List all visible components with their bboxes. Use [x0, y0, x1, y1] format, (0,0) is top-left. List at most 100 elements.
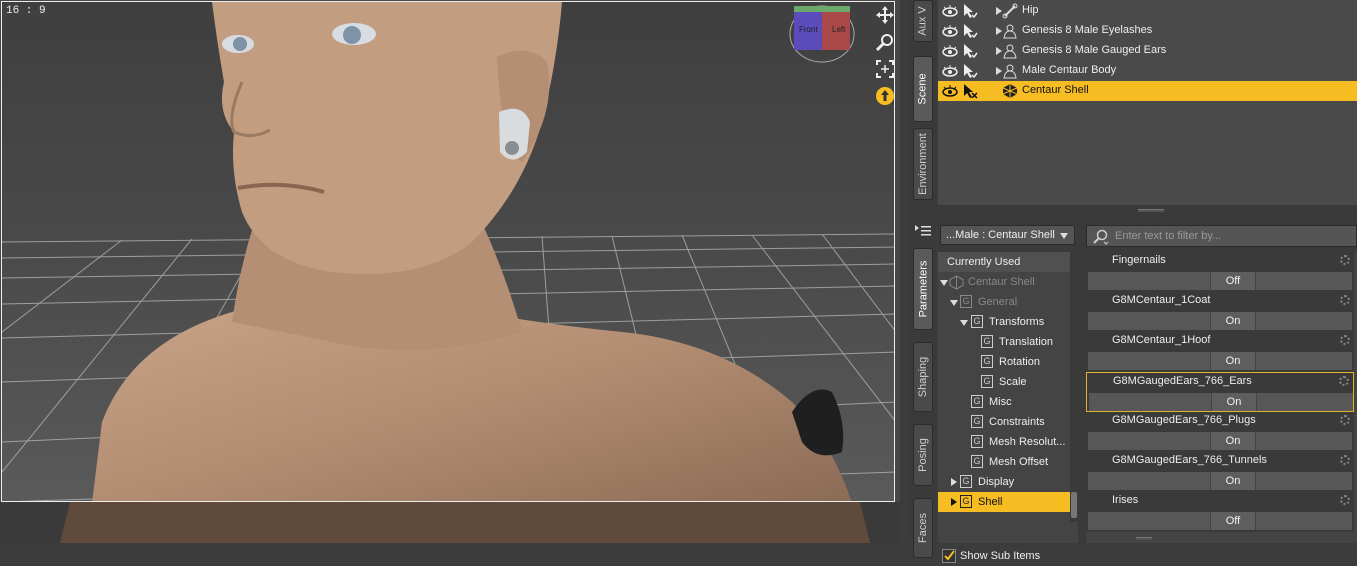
visibility-eye-icon[interactable] [942, 63, 958, 79]
tree-item-label: Transforms [989, 316, 1045, 328]
tree-item-display[interactable]: G Display [938, 472, 1070, 492]
visibility-eye-icon[interactable] [942, 43, 958, 59]
collapse-arrow-icon[interactable] [950, 300, 958, 306]
selectable-arrow-icon[interactable] [962, 3, 978, 19]
gear-icon[interactable] [1340, 415, 1350, 425]
visibility-eye-icon[interactable] [942, 3, 958, 19]
list-resize-grip[interactable] [1136, 537, 1152, 540]
scene-item-label: Genesis 8 Male Gauged Ears [1022, 44, 1167, 56]
selectable-arrow-icon[interactable] [962, 23, 978, 39]
tree-item-constraints[interactable]: G Constraints [938, 412, 1070, 432]
tree-item-mesh-resolution[interactable]: G Mesh Resolut... [938, 432, 1070, 452]
visibility-eye-icon[interactable] [942, 23, 958, 39]
scrollbar-thumb[interactable] [1071, 492, 1077, 518]
property-toggle-value[interactable]: On [1210, 472, 1256, 490]
scene-row-gauged-ears[interactable]: Genesis 8 Male Gauged Ears [938, 41, 1357, 61]
tree-item-label: Rotation [999, 356, 1040, 368]
shell-icon [949, 275, 964, 290]
tab-shaping[interactable]: Shaping [913, 342, 933, 412]
tree-item-rotation[interactable]: G Rotation [938, 352, 1070, 372]
render-frame[interactable]: 16 : 9 Front Left [1, 1, 895, 502]
figure-icon [1003, 24, 1017, 39]
tree-item-label: Scale [999, 376, 1027, 388]
parameter-side-tabs: Parameters Shaping Posing Faces [910, 220, 936, 558]
property-toggle-value[interactable]: Off [1210, 512, 1256, 530]
property-toggle-value[interactable]: On [1210, 352, 1256, 370]
selectable-arrow-icon[interactable] [962, 63, 978, 79]
tree-item-currently-used[interactable]: Currently Used [938, 252, 1070, 272]
property-toggle-value[interactable]: On [1210, 312, 1256, 330]
bone-icon [1002, 3, 1018, 19]
search-icon[interactable] [1092, 229, 1110, 245]
gear-icon[interactable] [1340, 455, 1350, 465]
property-g8mcentaur-1coat: G8MCentaur_1Coat On [1086, 292, 1354, 332]
tree-item-label: Centaur Shell [968, 276, 1035, 288]
shell-icon [1002, 84, 1018, 98]
splitter-grip[interactable] [1138, 209, 1164, 212]
scene-row-centaur-shell[interactable]: Centaur Shell [938, 81, 1357, 101]
group-icon: G [981, 355, 993, 368]
gear-icon[interactable] [1340, 495, 1350, 505]
chevron-down-icon [1060, 233, 1068, 239]
scene-item-label: Hip [1022, 4, 1039, 16]
property-toggle-value[interactable]: On [1210, 432, 1256, 450]
view-cube[interactable]: Front Left [788, 4, 858, 66]
gear-icon[interactable] [1340, 255, 1350, 265]
tab-label: Posing [917, 438, 930, 472]
scene-row-hip[interactable]: Hip [938, 1, 1357, 21]
panel-menu-icon[interactable] [914, 224, 932, 238]
parameters-panel: ...Male : Centaur Shell Currently Used C… [938, 220, 1357, 563]
visibility-eye-icon[interactable] [942, 83, 958, 99]
figure-icon [1003, 64, 1017, 79]
gear-icon[interactable] [1340, 335, 1350, 345]
expand-arrow-icon[interactable] [951, 478, 957, 486]
group-icon: G [960, 495, 972, 508]
tree-item-misc[interactable]: G Misc [938, 392, 1070, 412]
scene-row-centaur-body[interactable]: Male Centaur Body [938, 61, 1357, 81]
node-select-dropdown[interactable]: ...Male : Centaur Shell [940, 225, 1075, 245]
view-cube-front-label: Front [799, 25, 818, 34]
show-sub-items-checkbox[interactable]: Show Sub Items [938, 546, 1078, 566]
expand-arrow-icon[interactable] [951, 498, 957, 506]
tab-posing[interactable]: Posing [913, 424, 933, 486]
orbit-tool-icon[interactable] [874, 85, 894, 107]
group-icon: G [971, 435, 983, 448]
tree-item-translation[interactable]: G Translation [938, 332, 1070, 352]
tree-scrollbar[interactable] [1070, 252, 1078, 522]
tab-aux-viewport[interactable]: Aux V [913, 0, 933, 42]
filter-box[interactable] [1086, 225, 1357, 247]
not-selectable-arrow-icon[interactable] [962, 83, 978, 99]
tree-item-scale[interactable]: G Scale [938, 372, 1070, 392]
tab-faces[interactable]: Faces [913, 498, 933, 558]
property-toggle-value[interactable]: Off [1210, 272, 1256, 290]
gear-icon[interactable] [1340, 295, 1350, 305]
tree-item-transforms[interactable]: G Transforms [938, 312, 1070, 332]
frame-tool-icon[interactable] [874, 58, 894, 80]
selectable-arrow-icon[interactable] [962, 43, 978, 59]
filter-input[interactable] [1115, 228, 1350, 244]
tab-scene[interactable]: Scene [913, 56, 933, 122]
tab-parameters[interactable]: Parameters [913, 248, 933, 330]
scene-row-eyelashes[interactable]: Genesis 8 Male Eyelashes [938, 21, 1357, 41]
view-cube-left-label: Left [832, 25, 846, 34]
zoom-tool-icon[interactable] [874, 31, 894, 53]
tree-item-shell[interactable]: G Shell [938, 492, 1070, 512]
collapse-arrow-icon[interactable] [960, 320, 968, 326]
3d-viewport[interactable]: 16 : 9 Front Left [0, 0, 900, 543]
tree-item-general[interactable]: G General [938, 292, 1070, 312]
group-icon: G [971, 395, 983, 408]
property-g8mgaugedears-766-plugs: G8MGaugedEars_766_Plugs On [1086, 412, 1354, 452]
tree-item-centaur-shell[interactable]: Centaur Shell [938, 272, 1070, 292]
property-g8mgaugedears-766-ears: G8MGaugedEars_766_Ears On [1086, 372, 1354, 412]
gear-icon[interactable] [1339, 376, 1349, 386]
property-name: Fingernails [1112, 254, 1166, 266]
property-toggle-value[interactable]: On [1211, 393, 1257, 411]
collapse-arrow-icon[interactable] [940, 280, 948, 286]
checkbox-box[interactable] [942, 549, 956, 563]
move-tool-icon[interactable] [874, 4, 894, 26]
tree-item-mesh-offset[interactable]: G Mesh Offset [938, 452, 1070, 472]
tab-environment[interactable]: Environment [913, 128, 933, 200]
scene-panel: Hip Genesis 8 Male Eyelashes Genesis 8 M… [938, 0, 1357, 205]
group-icon: G [971, 415, 983, 428]
panel-splitter[interactable] [910, 205, 1357, 220]
